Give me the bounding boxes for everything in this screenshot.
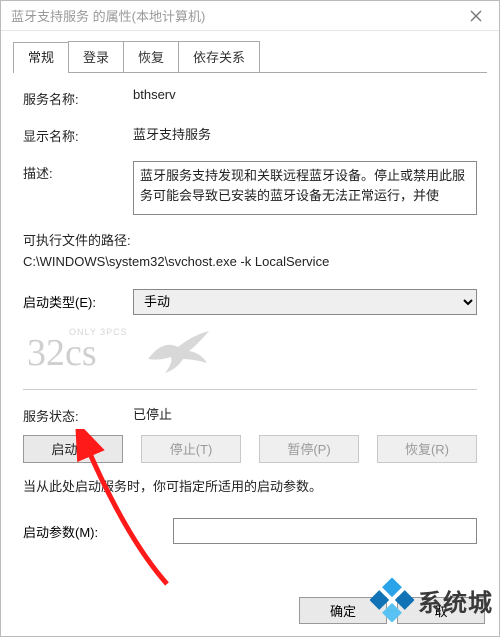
tab-strip: 常规 登录 恢复 依存关系: [13, 41, 487, 73]
tab-dependencies[interactable]: 依存关系: [178, 41, 260, 72]
service-name-value: bthserv: [133, 87, 477, 102]
service-status-value: 已停止: [133, 404, 477, 423]
service-status-label: 服务状态:: [23, 404, 133, 425]
display-name-label: 显示名称:: [23, 124, 133, 145]
description-text[interactable]: 蓝牙服务支持发现和关联远程蓝牙设备。停止或禁用此服务可能会导致已安装的蓝牙设备无…: [133, 161, 477, 215]
close-button[interactable]: [453, 1, 499, 31]
start-button[interactable]: 启动(S): [23, 435, 123, 463]
window-title: 蓝牙支持服务 的属性(本地计算机): [11, 6, 205, 25]
close-icon: [470, 10, 482, 22]
properties-window: 蓝牙支持服务 的属性(本地计算机) 常规 登录 恢复 依存关系 服务名称: bt…: [0, 0, 500, 637]
page-watermark: ONLY 3PCS 32cs: [23, 325, 477, 381]
tab-general[interactable]: 常规: [13, 42, 69, 73]
titlebar: 蓝牙支持服务 的属性(本地计算机): [1, 1, 499, 31]
stop-button: 停止(T): [141, 435, 241, 463]
cancel-button[interactable]: 取: [397, 597, 485, 624]
resume-button: 恢复(R): [377, 435, 477, 463]
tab-recovery[interactable]: 恢复: [123, 41, 179, 72]
startup-type-label: 启动类型(E):: [23, 292, 133, 311]
divider: [23, 389, 477, 390]
tab-logon[interactable]: 登录: [68, 41, 124, 72]
pause-button: 暂停(P): [259, 435, 359, 463]
description-label: 描述:: [23, 161, 133, 182]
hummingbird-icon: [143, 329, 213, 375]
startup-type-select[interactable]: 手动: [133, 289, 477, 315]
exe-path-label: 可执行文件的路径:: [23, 231, 477, 252]
dialog-button-row: 确定 取: [299, 597, 485, 624]
exe-path-value: C:\WINDOWS\system32\svchost.exe -k Local…: [23, 252, 477, 273]
display-name-value: 蓝牙支持服务: [133, 124, 477, 143]
start-params-label: 启动参数(M):: [23, 522, 173, 541]
start-hint: 当从此处启动服务时，你可指定所适用的启动参数。: [23, 477, 477, 497]
general-pane: 服务名称: bthserv 显示名称: 蓝牙支持服务 描述: 蓝牙服务支持发现和…: [1, 73, 499, 544]
ok-button[interactable]: 确定: [299, 597, 387, 624]
watermark-script: 32cs: [27, 331, 97, 375]
service-name-label: 服务名称:: [23, 87, 133, 108]
start-params-input[interactable]: [173, 518, 477, 544]
